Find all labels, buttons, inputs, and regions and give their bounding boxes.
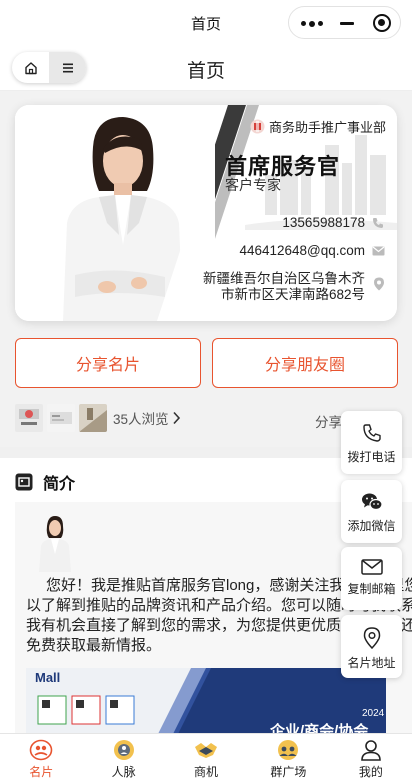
email-label: 复制邮箱	[347, 582, 396, 596]
tab-network[interactable]: 人脉	[82, 734, 164, 783]
call-button[interactable]: 拨打电话	[341, 411, 402, 474]
page-title: 首页	[186, 61, 225, 82]
share-label: 分享	[315, 415, 342, 430]
phone-number: 13565988178	[282, 215, 365, 230]
location-icon	[363, 627, 380, 649]
mini-program-capsule	[288, 6, 401, 39]
banner-text: 企业/商会/协会	[270, 723, 369, 733]
intro-icon	[15, 473, 33, 491]
tab-business[interactable]: 商机	[165, 734, 247, 783]
tab-group[interactable]: 群广场	[247, 734, 329, 783]
wechat-label: 添加微信	[347, 519, 396, 533]
mail-icon	[372, 246, 384, 255]
tab-mine-label: 我的	[358, 765, 383, 779]
add-wechat-button[interactable]: 添加微信	[341, 480, 402, 543]
viewer-count: 35人浏览	[113, 412, 169, 427]
email-address: 446412648@qq.com	[239, 243, 365, 258]
user-icon	[361, 740, 381, 761]
chevron-right-icon	[172, 411, 180, 425]
more-icon[interactable]	[301, 20, 323, 27]
phone-icon	[362, 424, 381, 442]
location-icon	[374, 277, 384, 291]
viewer-avatar	[79, 404, 107, 432]
wechat-icon	[361, 493, 383, 511]
intro-header: 简介	[15, 470, 75, 494]
system-title-bar: 首页	[0, 0, 412, 44]
tab-network-label: 人脉	[111, 765, 136, 779]
intro-heading: 简介	[43, 476, 76, 493]
viewer-avatar	[15, 404, 43, 432]
banner-logo: Mall	[35, 670, 61, 685]
profile-photo	[15, 105, 215, 321]
bottom-tab-bar: 名片 人脉 商机 群广场 我的	[0, 733, 412, 783]
company-logo-icon	[250, 119, 265, 134]
call-label: 拨打电话	[347, 450, 396, 464]
card-position: 客户专家	[225, 177, 281, 193]
tab-group-label: 群广场	[270, 765, 307, 779]
email-row[interactable]: 446412648@qq.com	[239, 243, 385, 258]
tab-card-label: 名片	[29, 765, 54, 779]
mail-icon	[360, 559, 383, 575]
minimize-icon[interactable]	[340, 22, 354, 25]
network-icon	[113, 740, 134, 760]
address-label: 名片地址	[347, 656, 396, 670]
phone-icon	[373, 217, 383, 228]
intro-avatar	[35, 514, 75, 572]
phone-row[interactable]: 13565988178	[282, 215, 385, 230]
copy-email-button[interactable]: 复制邮箱	[341, 547, 402, 610]
viewers-row[interactable]: 35人浏览	[15, 404, 182, 432]
card-address-button[interactable]: 名片地址	[341, 615, 402, 678]
address-text[interactable]: 新疆维吾尔自治区乌鲁木齐市新市区天津南路682号	[190, 271, 365, 303]
tab-business-label: 商机	[194, 765, 219, 779]
tab-card[interactable]: 名片	[0, 734, 82, 783]
close-target-icon[interactable]	[373, 14, 391, 32]
viewer-avatar	[47, 404, 75, 432]
company-name: 商务助手推广事业部	[268, 120, 386, 135]
business-card[interactable]: 商务助手推广事业部 首席服务官 客户专家 13565988178 4464126…	[15, 105, 397, 321]
share-card-button[interactable]: 分享名片	[15, 338, 201, 388]
handshake-icon	[195, 743, 218, 758]
group-icon	[278, 740, 299, 760]
banner-year: 2024	[362, 708, 385, 719]
share-moments-button[interactable]: 分享朋友圈	[212, 338, 398, 388]
tab-mine[interactable]: 我的	[330, 734, 412, 783]
company-label: 商务助手推广事业部	[250, 117, 386, 136]
card-icon	[29, 739, 53, 761]
navigation-bar: 首页	[0, 44, 412, 91]
